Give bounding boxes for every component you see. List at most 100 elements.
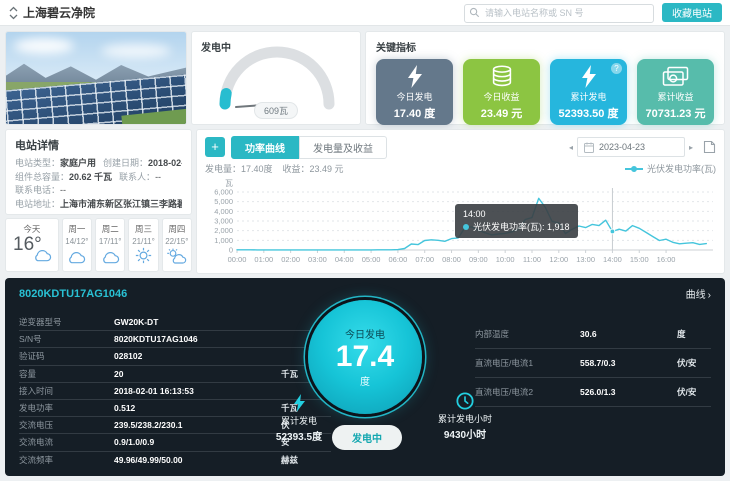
cloudy-icon xyxy=(100,250,121,269)
svg-text:03:00: 03:00 xyxy=(308,255,327,264)
cell-value: 558.7/0.3 xyxy=(580,358,677,368)
bolt-icon xyxy=(253,394,345,412)
kpi-label: 今日收益 xyxy=(483,90,519,103)
generating-status-button[interactable]: 发电中 xyxy=(332,425,402,450)
cash-icon xyxy=(662,63,689,89)
sunny-icon xyxy=(135,247,152,269)
search-icon xyxy=(469,7,480,18)
cell-label: 直流电压/电流2 xyxy=(475,386,580,398)
svg-text:02:00: 02:00 xyxy=(281,255,300,264)
partly-icon xyxy=(166,248,187,269)
svg-text:07:00: 07:00 xyxy=(415,255,434,264)
weather-card: 周二17/11° xyxy=(95,218,125,272)
svg-text:5,000: 5,000 xyxy=(214,197,233,206)
details-row: 电站地址：上海市浦东新区张江镇三李路碧云净院 xyxy=(15,198,182,212)
bolt-icon xyxy=(407,63,423,89)
details-row: 联系电话：-- xyxy=(15,184,182,198)
tooltip-time: 14:00 xyxy=(463,208,570,221)
svg-text:16:00: 16:00 xyxy=(657,255,676,264)
next-day-arrow[interactable]: ▸ xyxy=(685,143,697,152)
cell-label: 接入时间 xyxy=(19,385,114,397)
calendar-icon xyxy=(584,142,594,153)
field-value: 家庭户用 xyxy=(60,158,96,168)
inverter-spec-row: 逆变器型号GW20K-DT xyxy=(19,314,331,331)
add-curve-button[interactable]: + xyxy=(205,137,225,157)
tab-power-curve[interactable]: 功率曲线 xyxy=(231,136,299,159)
dashboard: 上海碧云净院 收藏电站 发电中 609瓦 关键指标 今日发电 xyxy=(0,0,730,481)
field-value: 2018-02-01 xyxy=(148,158,182,168)
weather-temp: 21/11° xyxy=(132,237,155,246)
export-icon[interactable] xyxy=(703,140,716,154)
legend-label: 光伏发电功率(瓦) xyxy=(647,162,716,175)
inverter-measure-row: 直流电压/电流1558.7/0.3伏/安 xyxy=(475,349,711,378)
svg-text:1,000: 1,000 xyxy=(214,236,233,245)
svg-text:14:00: 14:00 xyxy=(603,255,622,264)
sort-chevrons-icon[interactable] xyxy=(8,6,19,20)
inverter-measure-row: 内部温度30.6度 xyxy=(475,320,711,349)
field-label: 创建日期： xyxy=(103,158,148,168)
tooltip-value: 光伏发电功率(瓦): 1,918 xyxy=(473,222,570,232)
inverter-measure-row: 直流电压/电流2526.0/1.3伏/安 xyxy=(475,378,711,407)
svg-text:04:00: 04:00 xyxy=(335,255,354,264)
inverter-left-table: 逆变器型号GW20K-DTS/N号8020KDTU17AG1046验证码0281… xyxy=(19,314,331,469)
svg-text:11:00: 11:00 xyxy=(523,255,541,264)
help-badge-icon[interactable]: ? xyxy=(611,63,622,74)
cell-value: 028102 xyxy=(114,351,281,361)
cell-label: 交流电压 xyxy=(19,419,114,431)
weather-card: 周一14/12° xyxy=(62,218,92,272)
kpi-card-4: 累计收益 70731.23 元 xyxy=(637,59,714,125)
cell-value: GW20K-DT xyxy=(114,317,281,327)
field-label: 联系人： xyxy=(119,172,155,182)
cell-label: 发电功率 xyxy=(19,402,114,414)
cell-label: 内部温度 xyxy=(475,328,580,340)
bolt-icon xyxy=(581,63,597,89)
station-details-card: 电站详情 电站类型：家庭户用创建日期：2018-02-01组件总容量：20.62… xyxy=(5,129,192,215)
details-row: 电站类型：家庭户用创建日期：2018-02-01 xyxy=(15,157,182,171)
curve-link[interactable]: 曲线› xyxy=(686,286,711,301)
cell-unit: 伏/安 xyxy=(677,357,711,369)
svg-text:00:00: 00:00 xyxy=(228,255,247,264)
svg-text:3,000: 3,000 xyxy=(214,217,233,226)
cloudy-icon xyxy=(32,248,53,267)
station-photo xyxy=(5,31,187,125)
inverter-panel: 8020KDTU17AG1046 曲线› 逆变器型号GW20K-DTS/N号80… xyxy=(5,278,725,476)
prev-day-arrow[interactable]: ◂ xyxy=(565,143,577,152)
weather-temp: 17/11° xyxy=(99,237,122,246)
chart-legend[interactable]: 光伏发电功率(瓦) xyxy=(625,162,716,175)
income-summary: 收益：23.49 元 xyxy=(283,162,344,175)
legend-line-icon xyxy=(625,168,643,170)
inverter-serial-title: 8020KDTU17AG1046 xyxy=(19,288,127,300)
favorite-station-button[interactable]: 收藏电站 xyxy=(662,3,722,22)
svg-text:06:00: 06:00 xyxy=(389,255,408,264)
search-input[interactable] xyxy=(464,4,654,23)
energy-summary: 发电量：17.40度 xyxy=(205,162,273,175)
svg-text:10:00: 10:00 xyxy=(496,255,515,264)
cell-unit: 赫兹 xyxy=(281,454,331,466)
gauge-unit: 度 xyxy=(360,373,370,388)
gauge-value: 17.4 xyxy=(336,341,394,373)
field-value: -- xyxy=(60,185,66,195)
cell-label: 直流电压/电流1 xyxy=(475,357,580,369)
gauge-progress xyxy=(225,94,226,105)
chart-body: 瓦01,0002,0003,0004,0005,0006,00000:0001:… xyxy=(205,178,716,278)
svg-text:13:00: 13:00 xyxy=(576,255,595,264)
svg-text:01:00: 01:00 xyxy=(254,255,273,264)
date-picker[interactable]: 2023-04-23 xyxy=(577,137,685,157)
tab-energy-income[interactable]: 发电量及收益 xyxy=(299,136,387,159)
inverter-spec-row: 验证码028102 xyxy=(19,348,331,365)
kpi-card-2: 今日收益23.49 元 xyxy=(463,59,540,125)
weather-day: 周一 xyxy=(65,223,89,235)
cell-value: 49.96/49.99/50.00 xyxy=(114,455,281,465)
kpi-label: 累计收益 xyxy=(657,90,693,103)
svg-text:05:00: 05:00 xyxy=(362,255,381,264)
kpi-value: 17.40 度 xyxy=(394,105,436,121)
svg-text:4,000: 4,000 xyxy=(214,207,233,216)
chart-summary: 发电量：17.40度 收益：23.49 元 光伏发电功率(瓦) xyxy=(205,161,716,176)
svg-text:15:00: 15:00 xyxy=(630,255,649,264)
weather-forecast: 今天16°周一14/12°周二17/11°周三21/11°周四22/15° xyxy=(5,218,192,272)
svg-text:6,000: 6,000 xyxy=(214,188,233,197)
power-gauge-card: 发电中 609瓦 xyxy=(191,31,361,125)
kpi-value: 70731.23 元 xyxy=(646,105,706,121)
chart-tooltip: 14:00 光伏发电功率(瓦): 1,918 xyxy=(455,204,578,238)
chart-card: + 功率曲线发电量及收益 ◂ 2023-04-23 ▸ xyxy=(196,129,725,274)
